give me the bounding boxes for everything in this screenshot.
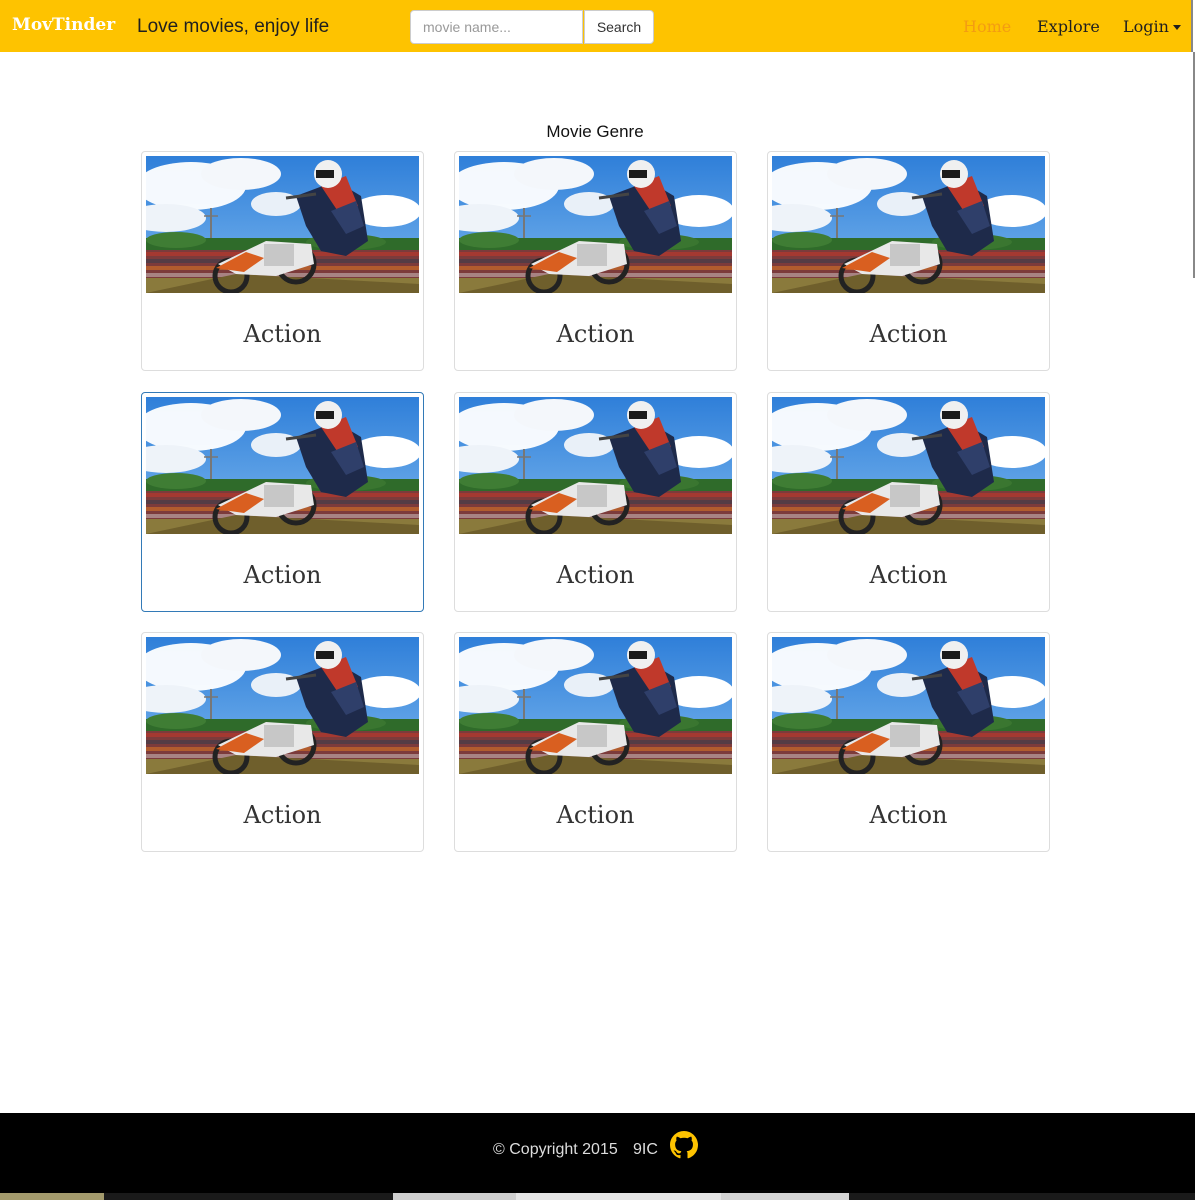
search-input[interactable]	[410, 10, 583, 44]
genre-card[interactable]: Action	[767, 392, 1050, 612]
github-icon[interactable]	[670, 1131, 698, 1159]
genre-thumbnail-image	[146, 397, 419, 534]
genre-thumbnail-image	[772, 637, 1045, 774]
genre-thumbnail-image	[146, 156, 419, 293]
genre-thumbnail-image	[772, 397, 1045, 534]
search-button[interactable]: Search	[584, 10, 654, 44]
nav-explore-link[interactable]: Explore	[1037, 17, 1100, 36]
caret-down-icon	[1172, 25, 1181, 30]
genre-label: Action	[243, 801, 322, 829]
genre-card[interactable]: Action	[454, 392, 737, 612]
genre-thumbnail-image	[459, 637, 732, 774]
genre-card[interactable]: Action	[767, 151, 1050, 371]
genre-label: Action	[869, 801, 948, 829]
genre-label: Action	[869, 561, 948, 589]
genre-card[interactable]: Action	[767, 632, 1050, 852]
genre-label: Action	[556, 320, 635, 348]
genre-card[interactable]: Action	[454, 632, 737, 852]
os-taskbar-strip	[0, 1193, 1195, 1200]
nav-login-dropdown[interactable]: Login	[1123, 17, 1181, 36]
genre-card[interactable]: Action	[141, 151, 424, 371]
genre-label: Action	[556, 801, 635, 829]
genre-thumbnail-image	[772, 156, 1045, 293]
genre-label: Action	[556, 561, 635, 589]
tagline: Love movies, enjoy life	[137, 16, 330, 37]
brand-logo[interactable]: MovTinder	[12, 15, 115, 35]
footer-org-name: 9IC	[633, 1141, 658, 1158]
genre-card[interactable]: Action	[454, 151, 737, 371]
genre-thumbnail-image	[459, 156, 732, 293]
footer: © Copyright 2015 9IC	[0, 1113, 1195, 1193]
taskbar-segment	[0, 1193, 104, 1200]
genre-label: Action	[243, 320, 322, 348]
footer-copyright: © Copyright 2015	[493, 1141, 618, 1158]
taskbar-segment	[516, 1193, 721, 1200]
genre-thumbnail-image	[459, 397, 732, 534]
genre-card[interactable]: Action	[141, 632, 424, 852]
nav-login-label: Login	[1123, 17, 1169, 36]
taskbar-segment	[393, 1193, 516, 1200]
page-title: Movie Genre	[546, 122, 644, 141]
genre-card[interactable]: Action	[141, 392, 424, 612]
top-navbar: MovTinder Love movies, enjoy life Search…	[0, 0, 1193, 52]
genre-label: Action	[869, 320, 948, 348]
taskbar-segment	[721, 1193, 849, 1200]
genre-label: Action	[243, 561, 322, 589]
nav-home-link[interactable]: Home	[963, 17, 1011, 36]
genre-thumbnail-image	[146, 637, 419, 774]
